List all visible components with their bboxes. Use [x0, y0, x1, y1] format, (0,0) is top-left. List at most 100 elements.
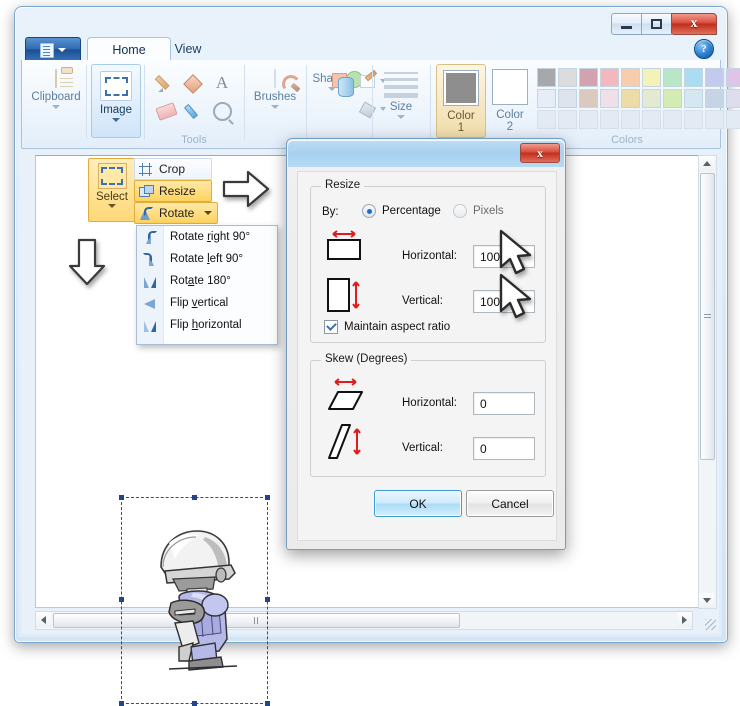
size-button[interactable]: Size — [377, 64, 425, 136]
palette-swatch-2-9[interactable] — [725, 109, 740, 130]
paint-menu-button[interactable] — [25, 37, 81, 62]
colors-group-label: Colors — [611, 134, 643, 146]
palette-swatch-0-8[interactable] — [704, 67, 725, 88]
image-button[interactable]: Image — [91, 64, 141, 138]
scroll-down-button[interactable] — [699, 593, 714, 608]
swatch-color — [642, 89, 661, 108]
menu-item-rotate-left-90-post: eft 90° — [209, 253, 244, 265]
select-button[interactable]: Select — [88, 158, 136, 222]
radio-percentage-indicator — [362, 204, 376, 218]
palette-swatch-2-1[interactable] — [557, 109, 578, 130]
radio-pixels[interactable]: Pixels — [453, 204, 504, 218]
color-palette[interactable] — [536, 67, 740, 130]
tools-grid: A — [152, 69, 236, 125]
tool-magnifier[interactable] — [208, 97, 236, 125]
group-separator — [244, 65, 245, 139]
rotate-left-90-icon — [137, 252, 163, 266]
menu-item-rotate-right-90-pre: Rotate — [170, 231, 208, 243]
swatch-color — [705, 110, 724, 129]
tab-view[interactable]: View — [148, 37, 228, 61]
brushes-button[interactable]: Brushes — [251, 64, 299, 136]
minimize-button[interactable] — [611, 13, 642, 35]
palette-swatch-1-3[interactable] — [599, 88, 620, 109]
radio-percentage-label: Percentage — [382, 205, 441, 217]
color1-button[interactable]: Color 1 — [436, 64, 486, 138]
palette-swatch-1-7[interactable] — [683, 88, 704, 109]
shapes-button[interactable]: Shapes — [308, 64, 363, 136]
palette-swatch-2-3[interactable] — [599, 109, 620, 130]
resize-button[interactable]: Resize — [134, 180, 212, 202]
skew-vertical-input[interactable]: 0 — [473, 437, 535, 460]
scroll-left-button[interactable] — [36, 612, 51, 627]
vertical-scrollbar-thumb[interactable] — [700, 173, 715, 460]
palette-swatch-0-3[interactable] — [599, 67, 620, 88]
maximize-icon — [651, 19, 662, 29]
palette-swatch-1-9[interactable] — [725, 88, 740, 109]
maintain-aspect-ratio-checkbox[interactable]: Maintain aspect ratio — [324, 320, 450, 334]
palette-swatch-1-5[interactable] — [641, 88, 662, 109]
palette-swatch-2-8[interactable] — [704, 109, 725, 130]
horizontal-skew-glyph — [326, 378, 366, 417]
scroll-right-button[interactable] — [677, 612, 692, 627]
palette-swatch-1-6[interactable] — [662, 88, 683, 109]
palette-swatch-1-4[interactable] — [620, 88, 641, 109]
tool-pencil[interactable] — [152, 69, 180, 97]
skew-horizontal-input[interactable]: 0 — [473, 392, 535, 415]
clipboard-label: Clipboard — [31, 91, 81, 103]
palette-swatch-2-2[interactable] — [578, 109, 599, 130]
palette-swatch-0-9[interactable] — [725, 67, 740, 88]
palette-swatch-0-0[interactable] — [536, 67, 557, 88]
eyedropper-icon — [183, 102, 203, 120]
crop-button[interactable]: Crop — [134, 158, 212, 180]
palette-swatch-0-2[interactable] — [578, 67, 599, 88]
palette-swatch-2-0[interactable] — [536, 109, 557, 130]
menu-item-rotate-left-90[interactable]: Rotate left 90° — [137, 248, 277, 270]
crop-icon — [139, 162, 153, 176]
pixel-art-soldier[interactable] — [149, 527, 244, 677]
brush-icon — [274, 69, 276, 88]
annotation-arrow-right — [220, 168, 272, 215]
palette-swatch-0-1[interactable] — [557, 67, 578, 88]
tool-fill[interactable] — [180, 69, 208, 97]
scroll-up-button[interactable] — [699, 156, 714, 171]
menu-item-flip-horizontal[interactable]: Flip horizontal — [137, 314, 277, 336]
palette-swatch-1-0[interactable] — [536, 88, 557, 109]
cancel-label: Cancel — [491, 496, 529, 511]
palette-swatch-2-4[interactable] — [620, 109, 641, 130]
palette-swatch-1-8[interactable] — [704, 88, 725, 109]
close-button[interactable]: x — [671, 13, 717, 35]
maximize-button[interactable] — [641, 13, 672, 35]
color2-swatch — [493, 70, 527, 104]
menu-item-rotate-left-90-pre: Rotate — [170, 253, 208, 265]
menu-item-flip-vertical[interactable]: Flip vertical — [137, 292, 277, 314]
palette-swatch-0-5[interactable] — [641, 67, 662, 88]
cancel-button[interactable]: Cancel — [466, 490, 554, 517]
rotate-button[interactable]: Rotate — [134, 202, 218, 224]
tool-text[interactable]: A — [208, 69, 236, 97]
tool-color-picker[interactable] — [180, 97, 208, 125]
color2-label-top: Color — [496, 109, 524, 121]
tool-eraser[interactable] — [152, 97, 180, 125]
palette-swatch-0-6[interactable] — [662, 67, 683, 88]
palette-swatch-1-2[interactable] — [578, 88, 599, 109]
palette-swatch-0-4[interactable] — [620, 67, 641, 88]
ok-button[interactable]: OK — [374, 490, 462, 517]
help-icon[interactable]: ? — [694, 39, 714, 59]
ribbon-group-clipboard: Clipboard — [26, 61, 86, 147]
palette-swatch-2-5[interactable] — [641, 109, 662, 130]
menu-item-rotate-180[interactable]: Rotate 180° — [137, 270, 277, 292]
palette-swatch-2-7[interactable] — [683, 109, 704, 130]
dialog-close-button[interactable]: x — [520, 143, 560, 163]
resize-icon — [139, 184, 154, 198]
clipboard-button[interactable]: Clipboard — [31, 64, 81, 136]
swatch-color — [663, 110, 682, 129]
color2-button[interactable]: Color 2 — [486, 64, 534, 136]
menu-item-rotate-right-90[interactable]: Rotate right 90° — [137, 226, 277, 248]
palette-swatch-0-7[interactable] — [683, 67, 704, 88]
window-resize-grip[interactable] — [705, 619, 716, 630]
palette-swatch-1-1[interactable] — [557, 88, 578, 109]
vertical-scrollbar[interactable] — [698, 155, 717, 609]
dialog-close-icon: x — [537, 145, 543, 160]
radio-percentage[interactable]: Percentage — [362, 204, 441, 218]
palette-swatch-2-6[interactable] — [662, 109, 683, 130]
